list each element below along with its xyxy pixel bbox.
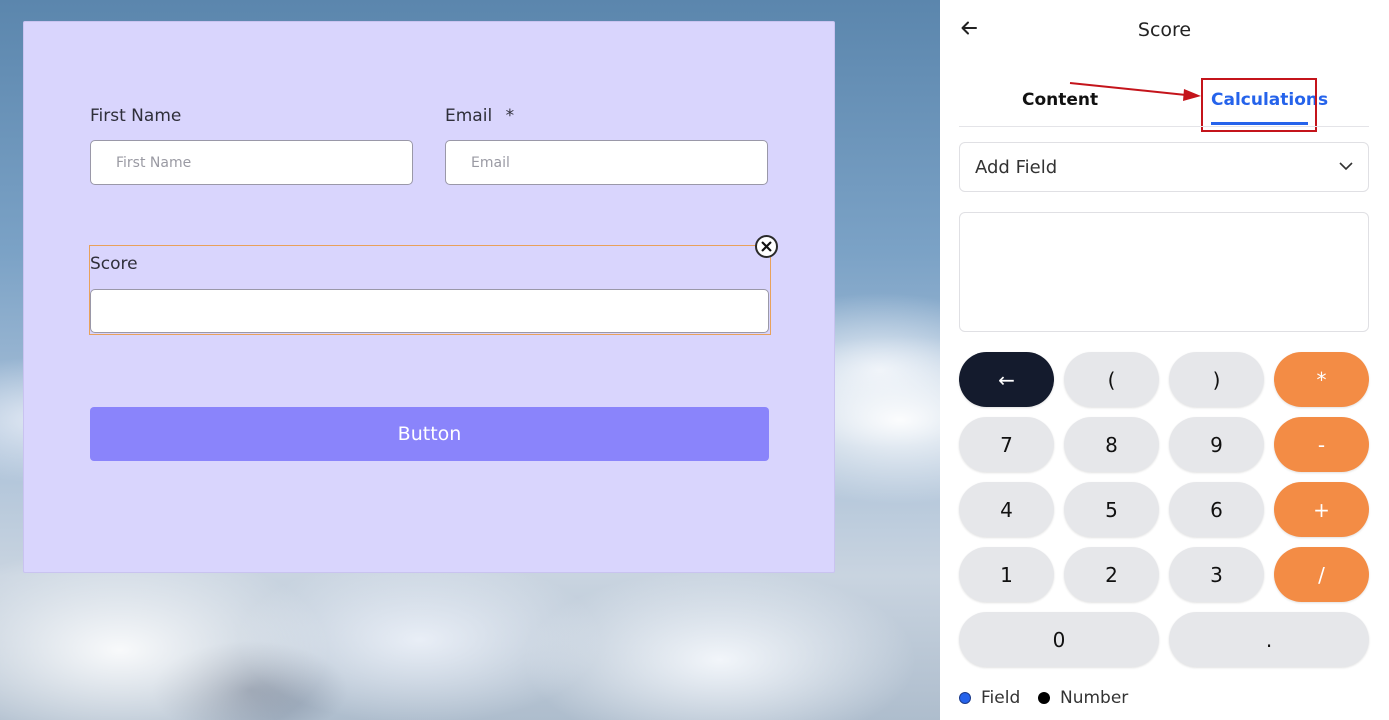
key-2[interactable]: 2	[1064, 547, 1159, 602]
required-asterisk: *	[505, 106, 515, 126]
key-4[interactable]: 4	[959, 482, 1054, 537]
score-input[interactable]	[90, 289, 769, 333]
key-4-label: 4	[1000, 497, 1013, 522]
divide-key-label: /	[1318, 562, 1325, 587]
minus-key[interactable]: -	[1274, 417, 1369, 472]
plus-key[interactable]: +	[1274, 482, 1369, 537]
legend-field: Field	[959, 688, 1020, 708]
email-placeholder: Email	[471, 154, 510, 171]
multiply-key[interactable]: *	[1274, 352, 1369, 407]
first-name-placeholder: First Name	[116, 154, 192, 171]
open-paren-key[interactable]: (	[1064, 352, 1159, 407]
backspace-key-label: ←	[998, 367, 1015, 392]
open-paren-key-label: (	[1107, 367, 1116, 392]
settings-panel: Score Content Calculations Add Field ← (…	[940, 0, 1389, 720]
key-2-label: 2	[1105, 562, 1118, 587]
email-input[interactable]: Email	[445, 140, 768, 185]
field-dot-icon	[959, 692, 971, 704]
backspace-key[interactable]: ←	[959, 352, 1054, 407]
decimal-key[interactable]: .	[1169, 612, 1369, 667]
key-8-label: 8	[1105, 432, 1118, 457]
legend-number: Number	[1038, 688, 1128, 708]
divide-key[interactable]: /	[1274, 547, 1369, 602]
key-7[interactable]: 7	[959, 417, 1054, 472]
key-1-label: 1	[1000, 562, 1013, 587]
first-name-input[interactable]: First Name	[90, 140, 413, 185]
decimal-key-label: .	[1265, 627, 1273, 652]
key-8[interactable]: 8	[1064, 417, 1159, 472]
key-3[interactable]: 3	[1169, 547, 1264, 602]
key-6-label: 6	[1210, 497, 1223, 522]
legend-number-label: Number	[1060, 688, 1129, 708]
tabs-divider	[959, 126, 1369, 127]
key-5[interactable]: 5	[1064, 482, 1159, 537]
minus-key-label: -	[1317, 432, 1326, 457]
annotation-highlight-box	[1201, 78, 1317, 132]
close-paren-key-label: )	[1212, 367, 1221, 392]
email-label-text: Email	[445, 106, 493, 126]
close-circle-icon[interactable]	[755, 235, 778, 258]
key-6[interactable]: 6	[1169, 482, 1264, 537]
key-0[interactable]: 0	[959, 612, 1159, 667]
plus-key-label: +	[1313, 497, 1330, 522]
add-field-label: Add Field	[975, 156, 1058, 178]
number-dot-icon	[1038, 692, 1050, 704]
annotation-arrow-icon	[1069, 82, 1201, 101]
key-9[interactable]: 9	[1169, 417, 1264, 472]
add-field-dropdown[interactable]: Add Field	[959, 142, 1369, 192]
form-button-label: Button	[397, 423, 462, 445]
formula-editor[interactable]	[959, 212, 1369, 332]
key-0-label: 0	[1052, 627, 1066, 652]
legend-field-label: Field	[981, 688, 1021, 708]
key-7-label: 7	[1000, 432, 1013, 457]
first-name-label: First Name	[90, 106, 182, 126]
key-3-label: 3	[1210, 562, 1223, 587]
key-9-label: 9	[1210, 432, 1223, 457]
key-1[interactable]: 1	[959, 547, 1054, 602]
score-label: Score	[90, 254, 138, 274]
chevron-down-icon	[1339, 162, 1353, 171]
panel-title: Score	[1137, 19, 1192, 41]
close-paren-key[interactable]: )	[1169, 352, 1264, 407]
form-card: First Name First Name Email * Email Scor…	[23, 21, 835, 573]
form-button[interactable]: Button	[90, 407, 769, 461]
multiply-key-label: *	[1316, 367, 1327, 392]
email-label: Email *	[445, 106, 514, 126]
key-5-label: 5	[1105, 497, 1118, 522]
